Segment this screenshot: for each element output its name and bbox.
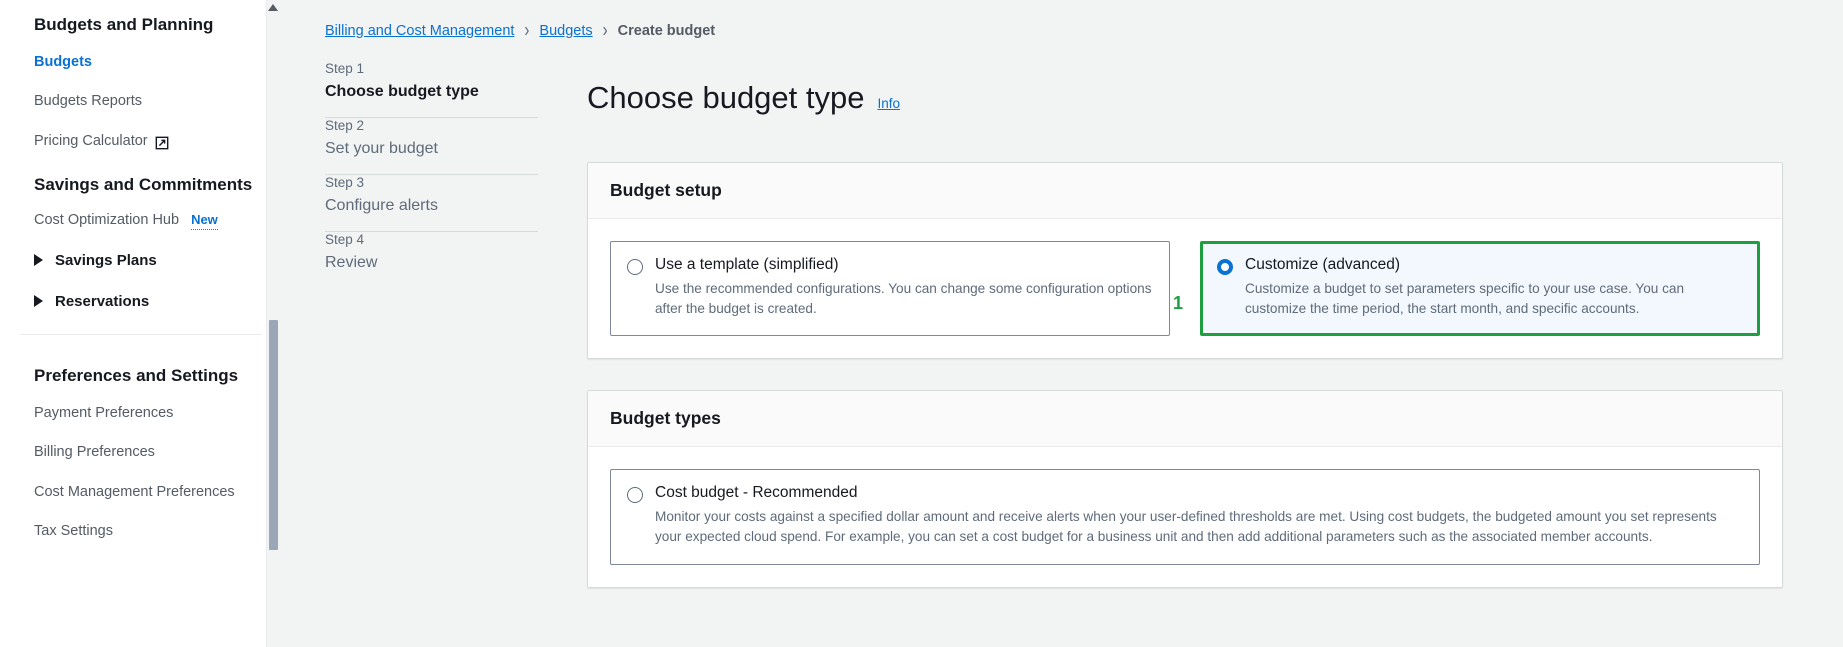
- sidebar-item-label: Savings Plans: [55, 251, 157, 269]
- sidebar-item-label: Pricing Calculator: [34, 132, 148, 149]
- card-body: Use a template (simplified) Use the reco…: [588, 219, 1782, 358]
- option-label: Cost budget - Recommended: [655, 483, 858, 501]
- step-item-4[interactable]: Step 4 Review: [325, 232, 563, 288]
- sidebar-item-cost-optimization-hub[interactable]: Cost Optimization Hub New: [34, 212, 262, 230]
- step-item-3[interactable]: Step 3 Configure alerts: [325, 175, 563, 231]
- status-badge-new: New: [191, 212, 218, 230]
- app-root: Budgets and Planning Budgets Budgets Rep…: [0, 0, 1843, 647]
- breadcrumb-separator-icon: ›: [524, 19, 530, 42]
- option-use-a-template[interactable]: Use a template (simplified) Use the reco…: [610, 240, 1170, 336]
- sidebar-item-label: Budgets Reports: [34, 93, 143, 110]
- radio-button-customize-advanced[interactable]: [1217, 258, 1233, 275]
- breadcrumb-item-billing-and-cost-management[interactable]: Billing and Cost Management: [325, 23, 514, 39]
- step-number: Step 2: [325, 118, 365, 133]
- sidebar-scrollbar-track[interactable]: [266, 0, 280, 647]
- breadcrumb-separator-icon: ›: [602, 19, 608, 42]
- option-description: Customize a budget to set parameters spe…: [1245, 280, 1685, 316]
- sidebar-group-title-savings-commitments: Savings and Commitments: [34, 175, 253, 195]
- left-sidebar: Budgets and Planning Budgets Budgets Rep…: [0, 0, 280, 647]
- sidebar-scrollbar-thumb[interactable]: [269, 320, 278, 550]
- step-number: Step 3: [325, 175, 365, 190]
- option-customize-advanced[interactable]: Customize (advanced) Customize a budget …: [1200, 240, 1760, 336]
- sidebar-item-tax-settings[interactable]: Tax Settings: [34, 523, 262, 540]
- card-header: Budget types: [588, 390, 1782, 447]
- sidebar-group-title-budgets-planning: Budgets and Planning: [34, 15, 214, 34]
- sidebar-item-reservations[interactable]: Reservations: [34, 293, 262, 310]
- option-label: Customize (advanced): [1245, 255, 1401, 273]
- sidebar-item-pricing-calculator[interactable]: Pricing Calculator: [34, 133, 262, 150]
- step-label: Set your budget: [325, 140, 438, 157]
- step-label: Choose budget type: [325, 83, 479, 100]
- sidebar-item-label: Cost Management Preferences: [34, 483, 235, 500]
- sidebar-group-title-preferences-settings: Preferences and Settings: [34, 365, 239, 385]
- breadcrumb-item-budgets[interactable]: Budgets: [539, 23, 592, 39]
- info-link[interactable]: Info: [878, 96, 901, 111]
- step-item-1[interactable]: Step 1 Choose budget type: [325, 61, 563, 117]
- radio-button-cost-budget[interactable]: [627, 486, 643, 503]
- sidebar-item-budgets[interactable]: Budgets: [34, 54, 262, 71]
- sidebar-item-label: Billing Preferences: [34, 444, 155, 461]
- breadcrumb-item-create-budget: Create budget: [617, 22, 716, 39]
- sidebar-item-budgets-reports[interactable]: Budgets Reports: [34, 93, 262, 110]
- step-number: Step 4: [325, 232, 365, 247]
- radio-button-use-a-template[interactable]: [627, 258, 643, 275]
- sidebar-item-payment-preferences[interactable]: Payment Preferences: [34, 405, 262, 422]
- scroll-up-arrow-icon[interactable]: [268, 4, 278, 11]
- step-number: Step 1: [325, 61, 365, 76]
- external-link-icon: [155, 136, 169, 150]
- content-area: Billing and Cost Management › Budgets › …: [280, 0, 1843, 647]
- step-label: Review: [325, 254, 378, 271]
- main-panel: Choose budget type Info Budget setup Use…: [587, 61, 1843, 619]
- page-title: Choose budget type: [587, 79, 865, 115]
- sidebar-item-label: Payment Preferences: [34, 405, 174, 422]
- card-title: Budget types: [610, 407, 721, 428]
- sidebar-item-savings-plans[interactable]: Savings Plans: [34, 252, 262, 269]
- sidebar-item-label: Cost Optimization Hub: [34, 212, 180, 229]
- sidebar-item-cost-management-preferences[interactable]: Cost Management Preferences: [34, 484, 262, 501]
- chevron-right-icon: [34, 254, 43, 267]
- option-label: Use a template (simplified): [655, 255, 839, 273]
- chevron-right-icon: [34, 295, 43, 308]
- step-label: Configure alerts: [325, 197, 438, 214]
- step-item-2[interactable]: Step 2 Set your budget: [325, 118, 563, 174]
- card-body: Cost budget - Recommended Monitor your c…: [588, 447, 1782, 587]
- breadcrumb: Billing and Cost Management › Budgets › …: [280, 0, 1843, 42]
- option-cost-budget[interactable]: Cost budget - Recommended Monitor your c…: [610, 468, 1760, 566]
- step-navigator: Step 1 Choose budget type Step 2 Set you…: [325, 61, 587, 619]
- sidebar-item-label: Tax Settings: [34, 523, 113, 540]
- option-description: Monitor your costs against a specified d…: [655, 508, 1717, 545]
- page-title-row: Choose budget type Info: [587, 61, 1783, 134]
- sidebar-item-label: Budgets: [34, 54, 92, 71]
- budget-types-card: Budget types Cost budget - Recommended M…: [587, 389, 1783, 589]
- card-header: Budget setup: [588, 162, 1782, 219]
- sidebar-item-billing-preferences[interactable]: Billing Preferences: [34, 444, 262, 461]
- card-title: Budget setup: [610, 179, 722, 200]
- budget-setup-card: Budget setup Use a template (simplified)…: [587, 161, 1783, 359]
- sidebar-divider: [20, 333, 262, 335]
- option-description: Use the recommended configurations. You …: [655, 280, 1152, 316]
- budget-setup-options: Use a template (simplified) Use the reco…: [610, 240, 1760, 336]
- annotation-marker-1: 1: [1173, 292, 1184, 313]
- sidebar-item-label: Reservations: [55, 292, 150, 310]
